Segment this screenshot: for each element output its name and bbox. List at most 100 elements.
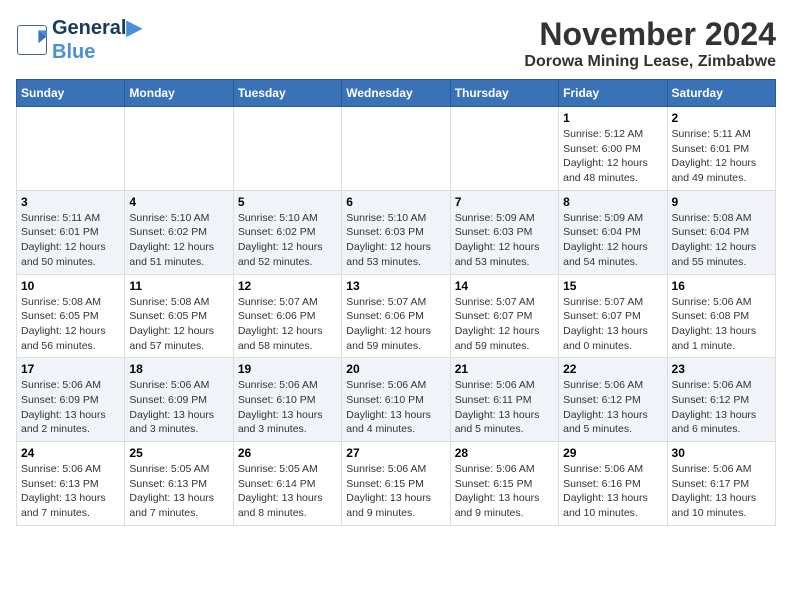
day-number: 3 bbox=[21, 195, 120, 209]
day-number: 8 bbox=[563, 195, 662, 209]
day-info: Sunrise: 5:08 AM Sunset: 6:04 PM Dayligh… bbox=[672, 211, 771, 270]
header-day-friday: Friday bbox=[559, 80, 667, 107]
calendar-week-row: 24 Sunrise: 5:06 AM Sunset: 6:13 PM Dayli… bbox=[17, 442, 776, 526]
calendar-cell: 15 Sunrise: 5:07 AM Sunset: 6:07 PM Dayli… bbox=[559, 274, 667, 358]
day-info: Sunrise: 5:06 AM Sunset: 6:10 PM Dayligh… bbox=[238, 378, 337, 437]
calendar-table: SundayMondayTuesdayWednesdayThursdayFrid… bbox=[16, 79, 776, 526]
calendar-cell: 13 Sunrise: 5:07 AM Sunset: 6:06 PM Dayli… bbox=[342, 274, 450, 358]
calendar-cell: 7 Sunrise: 5:09 AM Sunset: 6:03 PM Daylig… bbox=[450, 190, 558, 274]
logo: General▶ Blue bbox=[16, 16, 142, 64]
subtitle: Dorowa Mining Lease, Zimbabwe bbox=[524, 53, 776, 71]
day-number: 22 bbox=[563, 362, 662, 376]
calendar-cell: 14Sunrise: 5:07 AM Sunset: 6:07 PM Dayli… bbox=[450, 274, 558, 358]
day-info: Sunrise: 5:06 AM Sunset: 6:11 PM Dayligh… bbox=[455, 378, 554, 437]
main-title: November 2024 bbox=[524, 16, 776, 53]
day-info: Sunrise: 5:05 AM Sunset: 6:14 PM Dayligh… bbox=[238, 462, 337, 521]
calendar-cell bbox=[342, 107, 450, 191]
logo-icon bbox=[16, 24, 48, 56]
day-number: 10 bbox=[21, 279, 120, 293]
calendar-cell: 12 Sunrise: 5:07 AM Sunset: 6:06 PM Dayli… bbox=[233, 274, 341, 358]
day-number: 27 bbox=[346, 446, 445, 460]
calendar-cell: 21Sunrise: 5:06 AM Sunset: 6:11 PM Dayli… bbox=[450, 358, 558, 442]
calendar-cell: 3 Sunrise: 5:11 AM Sunset: 6:01 PM Daylig… bbox=[17, 190, 125, 274]
calendar-cell: 5 Sunrise: 5:10 AM Sunset: 6:02 PM Daylig… bbox=[233, 190, 341, 274]
calendar-cell bbox=[17, 107, 125, 191]
calendar-cell: 11Sunrise: 5:08 AM Sunset: 6:05 PM Dayli… bbox=[125, 274, 233, 358]
day-number: 6 bbox=[346, 195, 445, 209]
day-number: 13 bbox=[346, 279, 445, 293]
header-day-wednesday: Wednesday bbox=[342, 80, 450, 107]
day-info: Sunrise: 5:10 AM Sunset: 6:03 PM Dayligh… bbox=[346, 211, 445, 270]
day-number: 23 bbox=[672, 362, 771, 376]
day-number: 30 bbox=[672, 446, 771, 460]
day-number: 1 bbox=[563, 111, 662, 125]
day-info: Sunrise: 5:09 AM Sunset: 6:03 PM Dayligh… bbox=[455, 211, 554, 270]
day-number: 20 bbox=[346, 362, 445, 376]
header-day-tuesday: Tuesday bbox=[233, 80, 341, 107]
logo-text-line1: General▶ bbox=[52, 16, 142, 40]
day-number: 29 bbox=[563, 446, 662, 460]
calendar-cell: 4Sunrise: 5:10 AM Sunset: 6:02 PM Daylig… bbox=[125, 190, 233, 274]
header: General▶ Blue November 2024 Dorowa Minin… bbox=[16, 16, 776, 71]
day-number: 25 bbox=[129, 446, 228, 460]
day-info: Sunrise: 5:06 AM Sunset: 6:16 PM Dayligh… bbox=[563, 462, 662, 521]
calendar-week-row: 3 Sunrise: 5:11 AM Sunset: 6:01 PM Daylig… bbox=[17, 190, 776, 274]
day-number: 12 bbox=[238, 279, 337, 293]
calendar-cell: 26 Sunrise: 5:05 AM Sunset: 6:14 PM Dayli… bbox=[233, 442, 341, 526]
day-info: Sunrise: 5:10 AM Sunset: 6:02 PM Dayligh… bbox=[129, 211, 228, 270]
calendar-week-row: 1Sunrise: 5:12 AM Sunset: 6:00 PM Daylig… bbox=[17, 107, 776, 191]
calendar-cell: 2 Sunrise: 5:11 AM Sunset: 6:01 PM Daylig… bbox=[667, 107, 775, 191]
calendar-cell: 10 Sunrise: 5:08 AM Sunset: 6:05 PM Dayli… bbox=[17, 274, 125, 358]
day-info: Sunrise: 5:07 AM Sunset: 6:07 PM Dayligh… bbox=[563, 295, 662, 354]
day-number: 16 bbox=[672, 279, 771, 293]
day-info: Sunrise: 5:06 AM Sunset: 6:09 PM Dayligh… bbox=[129, 378, 228, 437]
day-number: 7 bbox=[455, 195, 554, 209]
day-info: Sunrise: 5:06 AM Sunset: 6:12 PM Dayligh… bbox=[672, 378, 771, 437]
day-number: 18 bbox=[129, 362, 228, 376]
calendar-cell: 1Sunrise: 5:12 AM Sunset: 6:00 PM Daylig… bbox=[559, 107, 667, 191]
day-info: Sunrise: 5:07 AM Sunset: 6:07 PM Dayligh… bbox=[455, 295, 554, 354]
day-info: Sunrise: 5:08 AM Sunset: 6:05 PM Dayligh… bbox=[21, 295, 120, 354]
calendar-header-row: SundayMondayTuesdayWednesdayThursdayFrid… bbox=[17, 80, 776, 107]
day-info: Sunrise: 5:07 AM Sunset: 6:06 PM Dayligh… bbox=[346, 295, 445, 354]
header-day-saturday: Saturday bbox=[667, 80, 775, 107]
calendar-cell: 8 Sunrise: 5:09 AM Sunset: 6:04 PM Daylig… bbox=[559, 190, 667, 274]
day-info: Sunrise: 5:10 AM Sunset: 6:02 PM Dayligh… bbox=[238, 211, 337, 270]
day-info: Sunrise: 5:06 AM Sunset: 6:12 PM Dayligh… bbox=[563, 378, 662, 437]
day-info: Sunrise: 5:06 AM Sunset: 6:10 PM Dayligh… bbox=[346, 378, 445, 437]
day-info: Sunrise: 5:09 AM Sunset: 6:04 PM Dayligh… bbox=[563, 211, 662, 270]
day-info: Sunrise: 5:06 AM Sunset: 6:17 PM Dayligh… bbox=[672, 462, 771, 521]
calendar-cell: 6 Sunrise: 5:10 AM Sunset: 6:03 PM Daylig… bbox=[342, 190, 450, 274]
day-info: Sunrise: 5:05 AM Sunset: 6:13 PM Dayligh… bbox=[129, 462, 228, 521]
day-info: Sunrise: 5:11 AM Sunset: 6:01 PM Dayligh… bbox=[672, 127, 771, 186]
calendar-cell: 20 Sunrise: 5:06 AM Sunset: 6:10 PM Dayli… bbox=[342, 358, 450, 442]
day-number: 15 bbox=[563, 279, 662, 293]
calendar-cell: 24 Sunrise: 5:06 AM Sunset: 6:13 PM Dayli… bbox=[17, 442, 125, 526]
calendar-cell: 29 Sunrise: 5:06 AM Sunset: 6:16 PM Dayli… bbox=[559, 442, 667, 526]
day-info: Sunrise: 5:06 AM Sunset: 6:08 PM Dayligh… bbox=[672, 295, 771, 354]
calendar-cell: 17Sunrise: 5:06 AM Sunset: 6:09 PM Dayli… bbox=[17, 358, 125, 442]
calendar-week-row: 10 Sunrise: 5:08 AM Sunset: 6:05 PM Dayli… bbox=[17, 274, 776, 358]
day-number: 5 bbox=[238, 195, 337, 209]
calendar-cell: 16 Sunrise: 5:06 AM Sunset: 6:08 PM Dayli… bbox=[667, 274, 775, 358]
calendar-cell: 23 Sunrise: 5:06 AM Sunset: 6:12 PM Dayli… bbox=[667, 358, 775, 442]
day-number: 24 bbox=[21, 446, 120, 460]
day-number: 11 bbox=[129, 279, 228, 293]
day-info: Sunrise: 5:07 AM Sunset: 6:06 PM Dayligh… bbox=[238, 295, 337, 354]
calendar-cell bbox=[450, 107, 558, 191]
day-info: Sunrise: 5:11 AM Sunset: 6:01 PM Dayligh… bbox=[21, 211, 120, 270]
header-day-thursday: Thursday bbox=[450, 80, 558, 107]
calendar-cell: 28Sunrise: 5:06 AM Sunset: 6:15 PM Dayli… bbox=[450, 442, 558, 526]
calendar-cell: 22 Sunrise: 5:06 AM Sunset: 6:12 PM Dayli… bbox=[559, 358, 667, 442]
day-number: 19 bbox=[238, 362, 337, 376]
calendar-cell bbox=[233, 107, 341, 191]
calendar-cell: 27Sunrise: 5:06 AM Sunset: 6:15 PM Dayli… bbox=[342, 442, 450, 526]
title-area: November 2024 Dorowa Mining Lease, Zimba… bbox=[524, 16, 776, 71]
calendar-cell: 19 Sunrise: 5:06 AM Sunset: 6:10 PM Dayli… bbox=[233, 358, 341, 442]
day-number: 28 bbox=[455, 446, 554, 460]
calendar-cell: 30 Sunrise: 5:06 AM Sunset: 6:17 PM Dayli… bbox=[667, 442, 775, 526]
header-day-sunday: Sunday bbox=[17, 80, 125, 107]
day-number: 2 bbox=[672, 111, 771, 125]
day-info: Sunrise: 5:06 AM Sunset: 6:13 PM Dayligh… bbox=[21, 462, 120, 521]
day-number: 26 bbox=[238, 446, 337, 460]
